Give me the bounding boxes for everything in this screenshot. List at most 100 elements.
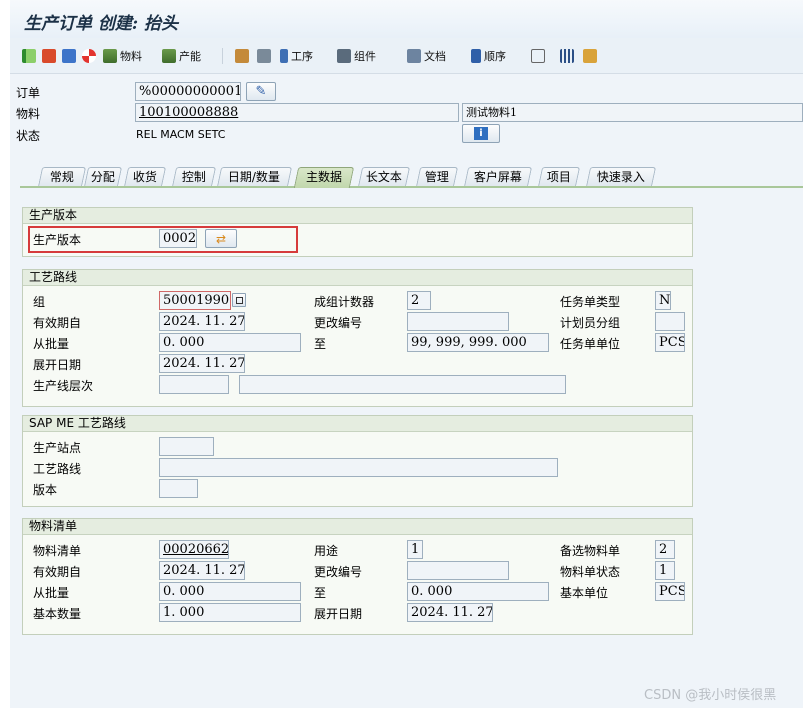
tab-goods-receipt[interactable]: 收货 <box>123 167 167 187</box>
change-number-label: 更改编号 <box>314 316 363 330</box>
panel-header: 物料清单 <box>23 519 692 535</box>
counter-label: 成组计数器 <box>314 295 375 309</box>
list-icon <box>62 49 76 63</box>
status-info-button[interactable]: i <box>462 124 500 143</box>
select-version-button[interactable]: ⇄ <box>205 229 237 248</box>
tab-fast-entry[interactable]: 快速录入 <box>585 167 657 187</box>
change-number-field[interactable] <box>407 312 509 331</box>
line-level-field[interactable] <box>159 375 229 394</box>
pencil-icon: ✎ <box>255 84 267 99</box>
group-copy-button[interactable] <box>232 293 246 307</box>
tab-assignment[interactable]: 分配 <box>83 167 123 187</box>
bom-explosion-date-field[interactable]: 2024. 11. 27 <box>407 603 493 622</box>
copy-icon <box>235 296 243 304</box>
base-unit-label: 基本单位 <box>560 586 609 600</box>
cube-icon <box>531 49 545 63</box>
tab-project[interactable]: 项目 <box>537 167 581 187</box>
explosion-date-field[interactable]: 2024. 11. 27 <box>159 354 245 373</box>
material-button[interactable]: 物料 <box>103 46 142 66</box>
capacity-icon <box>162 49 176 63</box>
structure-button[interactable] <box>583 46 600 66</box>
bom-panel: 物料清单 物料清单 00020662 用途 1 备选物料单 2 有效期自 202… <box>22 518 693 635</box>
to-lot-field[interactable]: 99, 999, 999. 000 <box>407 333 549 352</box>
tab-label: 主数据 <box>305 170 342 184</box>
order-type-field[interactable]: N <box>655 291 671 310</box>
material-label: 物料 <box>16 107 41 121</box>
tab-dates-quantities[interactable]: 日期/数量 <box>216 167 293 187</box>
operation-button-label: 工序 <box>291 50 313 63</box>
tab-master-data[interactable]: 主数据 <box>293 167 355 188</box>
bom-label: 物料清单 <box>33 544 82 558</box>
base-unit-field[interactable]: PCS <box>655 582 685 601</box>
bom-field[interactable]: 00020662 <box>159 540 229 559</box>
planner-group-label: 计划员分组 <box>560 316 621 330</box>
usage-field[interactable]: 1 <box>407 540 423 559</box>
hierarchy-button[interactable] <box>235 46 252 66</box>
bom-change-number-field[interactable] <box>407 561 509 580</box>
tab-label: 收货 <box>132 170 157 184</box>
bom-from-lot-field[interactable]: 0. 000 <box>159 582 301 601</box>
base-quantity-field[interactable]: 1. 000 <box>159 603 301 622</box>
overview-button[interactable] <box>62 46 79 66</box>
order-unit-field[interactable]: PCS <box>655 333 685 352</box>
columns-button[interactable] <box>560 46 577 66</box>
capacity-button[interactable]: 产能 <box>162 46 201 66</box>
info-icon: i <box>474 127 488 140</box>
help-button[interactable] <box>82 46 99 66</box>
hierarchy-icon <box>235 49 249 63</box>
sapme-version-field[interactable] <box>159 479 198 498</box>
title-bar: 生产订单 创建: 抬头 <box>10 0 803 38</box>
order-label: 订单 <box>16 86 41 100</box>
tab-customer-screen[interactable]: 客户屏幕 <box>463 167 533 187</box>
order-doc-button[interactable] <box>42 46 59 66</box>
sequence-button-label: 顺序 <box>484 50 506 63</box>
documents-icon <box>407 49 421 63</box>
planner-group-field[interactable] <box>655 312 685 331</box>
group-field[interactable]: 50001990 <box>159 291 231 310</box>
printer-icon <box>257 49 271 63</box>
line-level-description <box>239 375 566 394</box>
sequence-button[interactable]: 顺序 <box>471 46 506 66</box>
explosion-date-label: 展开日期 <box>33 358 82 372</box>
bom-to-lot-field[interactable]: 0. 000 <box>407 582 549 601</box>
sapme-version-label: 版本 <box>33 483 58 497</box>
tree-icon <box>583 49 597 63</box>
production-version-label: 生产版本 <box>33 233 82 247</box>
valid-from-field[interactable]: 2024. 11. 27 <box>159 312 245 331</box>
tab-general[interactable]: 常规 <box>37 167 87 187</box>
capacity-button-label: 产能 <box>179 50 201 63</box>
tab-label: 分配 <box>90 170 115 184</box>
tab-administration[interactable]: 管理 <box>415 167 459 187</box>
counter-field[interactable]: 2 <box>407 291 431 310</box>
sapme-routing-field[interactable] <box>159 458 558 477</box>
status-flag-button[interactable] <box>22 46 39 66</box>
production-version-field[interactable]: 0002 <box>159 229 197 248</box>
edit-order-button[interactable]: ✎ <box>246 82 276 101</box>
operation-icon <box>280 49 288 63</box>
print-button[interactable] <box>257 46 274 66</box>
columns-icon <box>560 49 574 63</box>
from-lot-field[interactable]: 0. 000 <box>159 333 301 352</box>
operation-button[interactable]: 工序 <box>280 46 313 66</box>
alternative-bom-field[interactable]: 2 <box>655 540 675 559</box>
bom-from-lot-label: 从批量 <box>33 586 70 600</box>
tab-long-text[interactable]: 长文本 <box>357 167 411 187</box>
material-field[interactable]: 100100008888 <box>135 103 459 122</box>
to-lot-label: 至 <box>314 337 327 351</box>
component-button-label: 组件 <box>354 50 376 63</box>
lifebuoy-icon <box>82 49 96 63</box>
page-title: 生产订单 创建: 抬头 <box>24 14 179 34</box>
object-button[interactable] <box>531 46 548 66</box>
bom-valid-from-label: 有效期自 <box>33 565 82 579</box>
tab-label: 长文本 <box>365 170 402 184</box>
order-number-field[interactable]: %00000000001 <box>135 82 241 101</box>
production-site-field[interactable] <box>159 437 214 456</box>
bom-status-field[interactable]: 1 <box>655 561 675 580</box>
main-window: 生产订单 创建: 抬头 物料 产能 工序 组件 文档 顺序 订单 %000000… <box>10 0 803 708</box>
bom-valid-from-field[interactable]: 2024. 11. 27 <box>159 561 245 580</box>
document-button[interactable]: 文档 <box>407 46 446 66</box>
tab-control[interactable]: 控制 <box>171 167 217 187</box>
material-button-label: 物料 <box>120 50 142 63</box>
component-button[interactable]: 组件 <box>337 46 376 66</box>
watermark: CSDN @我小时侯很黑 <box>644 688 777 703</box>
